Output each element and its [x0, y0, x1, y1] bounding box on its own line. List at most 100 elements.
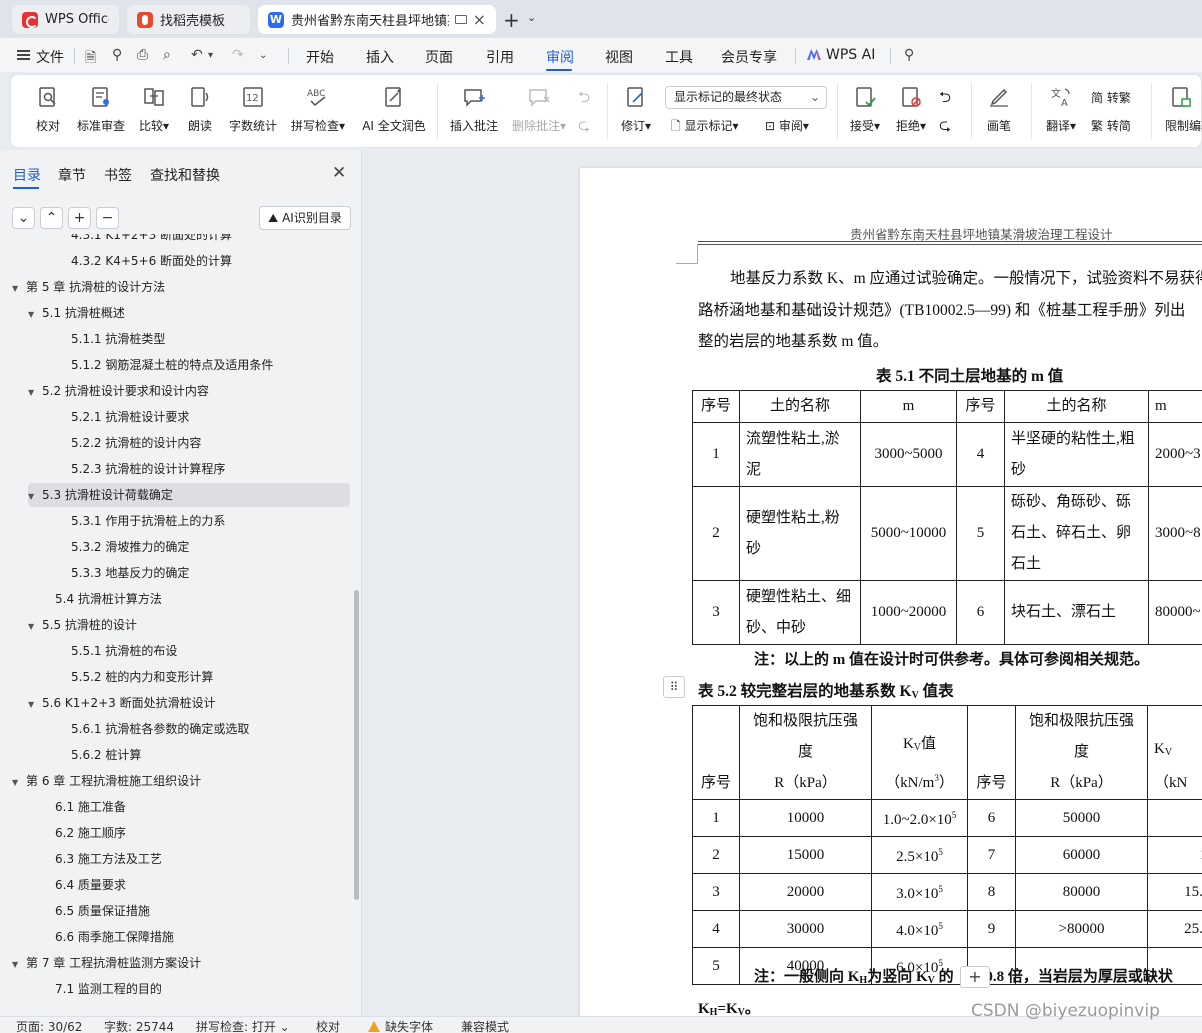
spell-check-status[interactable]: 拼写检查: 打开 ⌄	[196, 1018, 290, 1033]
toc-item[interactable]: 5.3.1 作用于抗滑桩上的力系	[71, 509, 225, 533]
share-icon[interactable]: ⚲	[112, 47, 122, 63]
restrict-edit-button[interactable]: 限制编辑	[1159, 75, 1202, 149]
toc-item[interactable]: 5.2.2 抗滑桩的设计内容	[71, 431, 201, 455]
expand-caret-icon[interactable]: ▼	[12, 277, 26, 301]
pen-button[interactable]: 画笔	[979, 75, 1019, 149]
menu-wps-ai[interactable]: WPS AI	[807, 47, 875, 63]
new-tab-icon[interactable]: +	[503, 8, 520, 32]
menu-tools[interactable]: 工具	[665, 47, 693, 67]
close-tab-icon[interactable]: ×	[473, 10, 486, 29]
toc-item[interactable]: ▼ 第 7 章 工程抗滑桩监测方案设计	[12, 951, 201, 975]
previous-comment-icon[interactable]: ⮌	[578, 87, 590, 112]
more-chevron-icon[interactable]: ⌄	[259, 50, 267, 61]
menu-member[interactable]: 会员专享	[721, 47, 777, 67]
proofread-status[interactable]: 校对	[316, 1018, 340, 1033]
to-traditional-button[interactable]: 简 转繁	[1091, 89, 1131, 106]
expand-caret-icon[interactable]: ▼	[28, 381, 42, 405]
markup-mode-select[interactable]: 显示标记的最终状态 ⌄	[665, 86, 827, 109]
ai-toc-button[interactable]: ⛰ AI识别目录	[259, 206, 351, 230]
previous-change-icon[interactable]: ⮌	[939, 87, 951, 112]
reject-button[interactable]: 拒绝▾	[891, 75, 931, 149]
search-icon[interactable]: ⚲	[904, 47, 914, 63]
expand-caret-icon[interactable]: ▼	[28, 693, 42, 717]
toc-item[interactable]: 5.4 抗滑桩计算方法	[55, 587, 162, 611]
word-count-status[interactable]: 字数: 25744	[104, 1018, 174, 1033]
undo-dropdown-icon[interactable]: ▾	[208, 50, 213, 61]
toc-item[interactable]: ▼ 5.2 抗滑桩设计要求和设计内容	[28, 379, 209, 403]
toc-item[interactable]: ▼ 5.1 抗滑桩概述	[28, 301, 125, 325]
toc-item[interactable]: ▼ 第 5 章 抗滑桩的设计方法	[12, 275, 165, 299]
toc-item[interactable]: ▼ 第 6 章 工程抗滑桩施工组织设计	[12, 769, 201, 793]
expand-caret-icon[interactable]: ▼	[28, 303, 42, 327]
toc-item[interactable]: ▼ 5.3 抗滑桩设计荷载确定	[28, 483, 173, 507]
ai-polish-button[interactable]: AI 全文润色	[355, 75, 433, 149]
menu-view[interactable]: 视图	[605, 47, 633, 67]
nav-tab-find-replace[interactable]: 查找和替换	[150, 165, 220, 185]
toc-item[interactable]: 7.1 监测工程的目的	[55, 977, 162, 1001]
next-change-icon[interactable]: ⮎	[939, 115, 951, 140]
menu-references[interactable]: 引用	[486, 47, 514, 67]
menu-home[interactable]: 开始	[306, 47, 334, 67]
expand-up-button[interactable]: ⌃	[40, 207, 63, 229]
insert-comment-button[interactable]: 插入批注	[445, 75, 503, 149]
toc-item[interactable]: 6.5 质量保证措施	[55, 899, 150, 923]
menu-review[interactable]: 审阅	[546, 47, 574, 67]
tab-template[interactable]: 找稻壳模板	[127, 5, 250, 34]
menu-insert[interactable]: 插入	[366, 47, 394, 67]
toc-item[interactable]: 5.3.2 滑坡推力的确定	[71, 535, 189, 559]
next-comment-icon[interactable]: ⮎	[578, 115, 590, 140]
translate-button[interactable]: 文A 翻译▾	[1039, 75, 1083, 149]
close-pane-icon[interactable]: ✕	[332, 163, 346, 183]
to-simplified-button[interactable]: 繁 转简	[1091, 117, 1131, 134]
hamburger-icon[interactable]	[17, 50, 30, 60]
toc-item[interactable]: 4.3.1 K1+2+3 断面处的计算	[71, 234, 232, 247]
toc-item[interactable]: 5.6.1 抗滑桩各参数的确定或选取	[71, 717, 249, 741]
review-pane-button[interactable]: ⊡ 审阅▾	[765, 117, 809, 134]
toc-item[interactable]: 6.2 施工顺序	[55, 821, 126, 845]
compare-button[interactable]: 比较▾	[133, 75, 175, 149]
spell-check-button[interactable]: ABC 拼写检查▾	[287, 75, 349, 149]
toc-item[interactable]: 5.2.1 抗滑桩设计要求	[71, 405, 189, 429]
expand-caret-icon[interactable]: ▼	[28, 485, 42, 509]
standard-review-button[interactable]: 标准审查	[73, 75, 129, 149]
toc-item[interactable]: 5.5.1 抗滑桩的布设	[71, 639, 177, 663]
expand-caret-icon[interactable]: ▼	[12, 771, 26, 795]
toc-item[interactable]: 6.3 施工方法及工艺	[55, 847, 162, 871]
print-preview-icon[interactable]: ⌕	[163, 47, 171, 63]
toc-item[interactable]: 6.6 雨季施工保障措施	[55, 925, 174, 949]
monitor-icon[interactable]	[454, 15, 467, 24]
menu-page[interactable]: 页面	[425, 47, 453, 67]
toc-item[interactable]: 5.1.2 钢筋混凝土桩的特点及适用条件	[71, 353, 273, 377]
nav-tab-bookmarks[interactable]: 书签	[104, 165, 132, 185]
proofread-button[interactable]: 校对	[27, 75, 69, 149]
toc-item[interactable]: 5.3.3 地基反力的确定	[71, 561, 189, 585]
toc-item[interactable]: 5.1.1 抗滑桩类型	[71, 327, 165, 351]
nav-scrollbar[interactable]	[354, 590, 359, 900]
tab-wps-office[interactable]: WPS Office	[12, 5, 119, 34]
save-icon[interactable]: 🗎	[85, 47, 96, 71]
toc-item[interactable]: 6.4 质量要求	[55, 873, 126, 897]
missing-font-status[interactable]: 缺失字体	[368, 1018, 433, 1033]
page-indicator[interactable]: 页面: 30/62	[16, 1018, 82, 1033]
tab-document[interactable]: W 贵州省黔东南天柱县坪地镇某 ×	[258, 5, 496, 34]
toc-item[interactable]: 5.2.3 抗滑桩的设计计算程序	[71, 457, 225, 481]
toc-item[interactable]: 4.3.2 K4+5+6 断面处的计算	[71, 249, 232, 273]
nav-tab-chapters[interactable]: 章节	[58, 165, 86, 185]
add-row-icon[interactable]: +	[960, 966, 990, 988]
toc-item[interactable]: 6.1 施工准备	[55, 795, 126, 819]
print-icon[interactable]: ⎙	[137, 47, 148, 63]
chevron-down-icon[interactable]: ⌄	[527, 11, 536, 24]
undo-icon[interactable]: ↶	[191, 47, 203, 63]
add-heading-button[interactable]: +	[68, 207, 91, 229]
toc-item[interactable]: ▼ 5.5 抗滑桩的设计	[28, 613, 137, 637]
nav-tab-toc[interactable]: 目录	[13, 165, 41, 185]
expand-caret-icon[interactable]: ▼	[28, 615, 42, 639]
read-aloud-button[interactable]: 朗读	[181, 75, 219, 149]
menu-file[interactable]: 文件	[36, 47, 64, 67]
delete-comment-button[interactable]: 删除批注▾	[507, 75, 571, 149]
toc-item[interactable]: ▼ 5.6 K1+2+3 断面处抗滑桩设计	[28, 691, 216, 715]
track-changes-button[interactable]: 修订▾	[615, 75, 657, 149]
drag-handle-icon[interactable]: ⠿	[663, 676, 685, 698]
accept-button[interactable]: 接受▾	[845, 75, 885, 149]
toc-item[interactable]: 5.6.2 桩计算	[71, 743, 141, 767]
